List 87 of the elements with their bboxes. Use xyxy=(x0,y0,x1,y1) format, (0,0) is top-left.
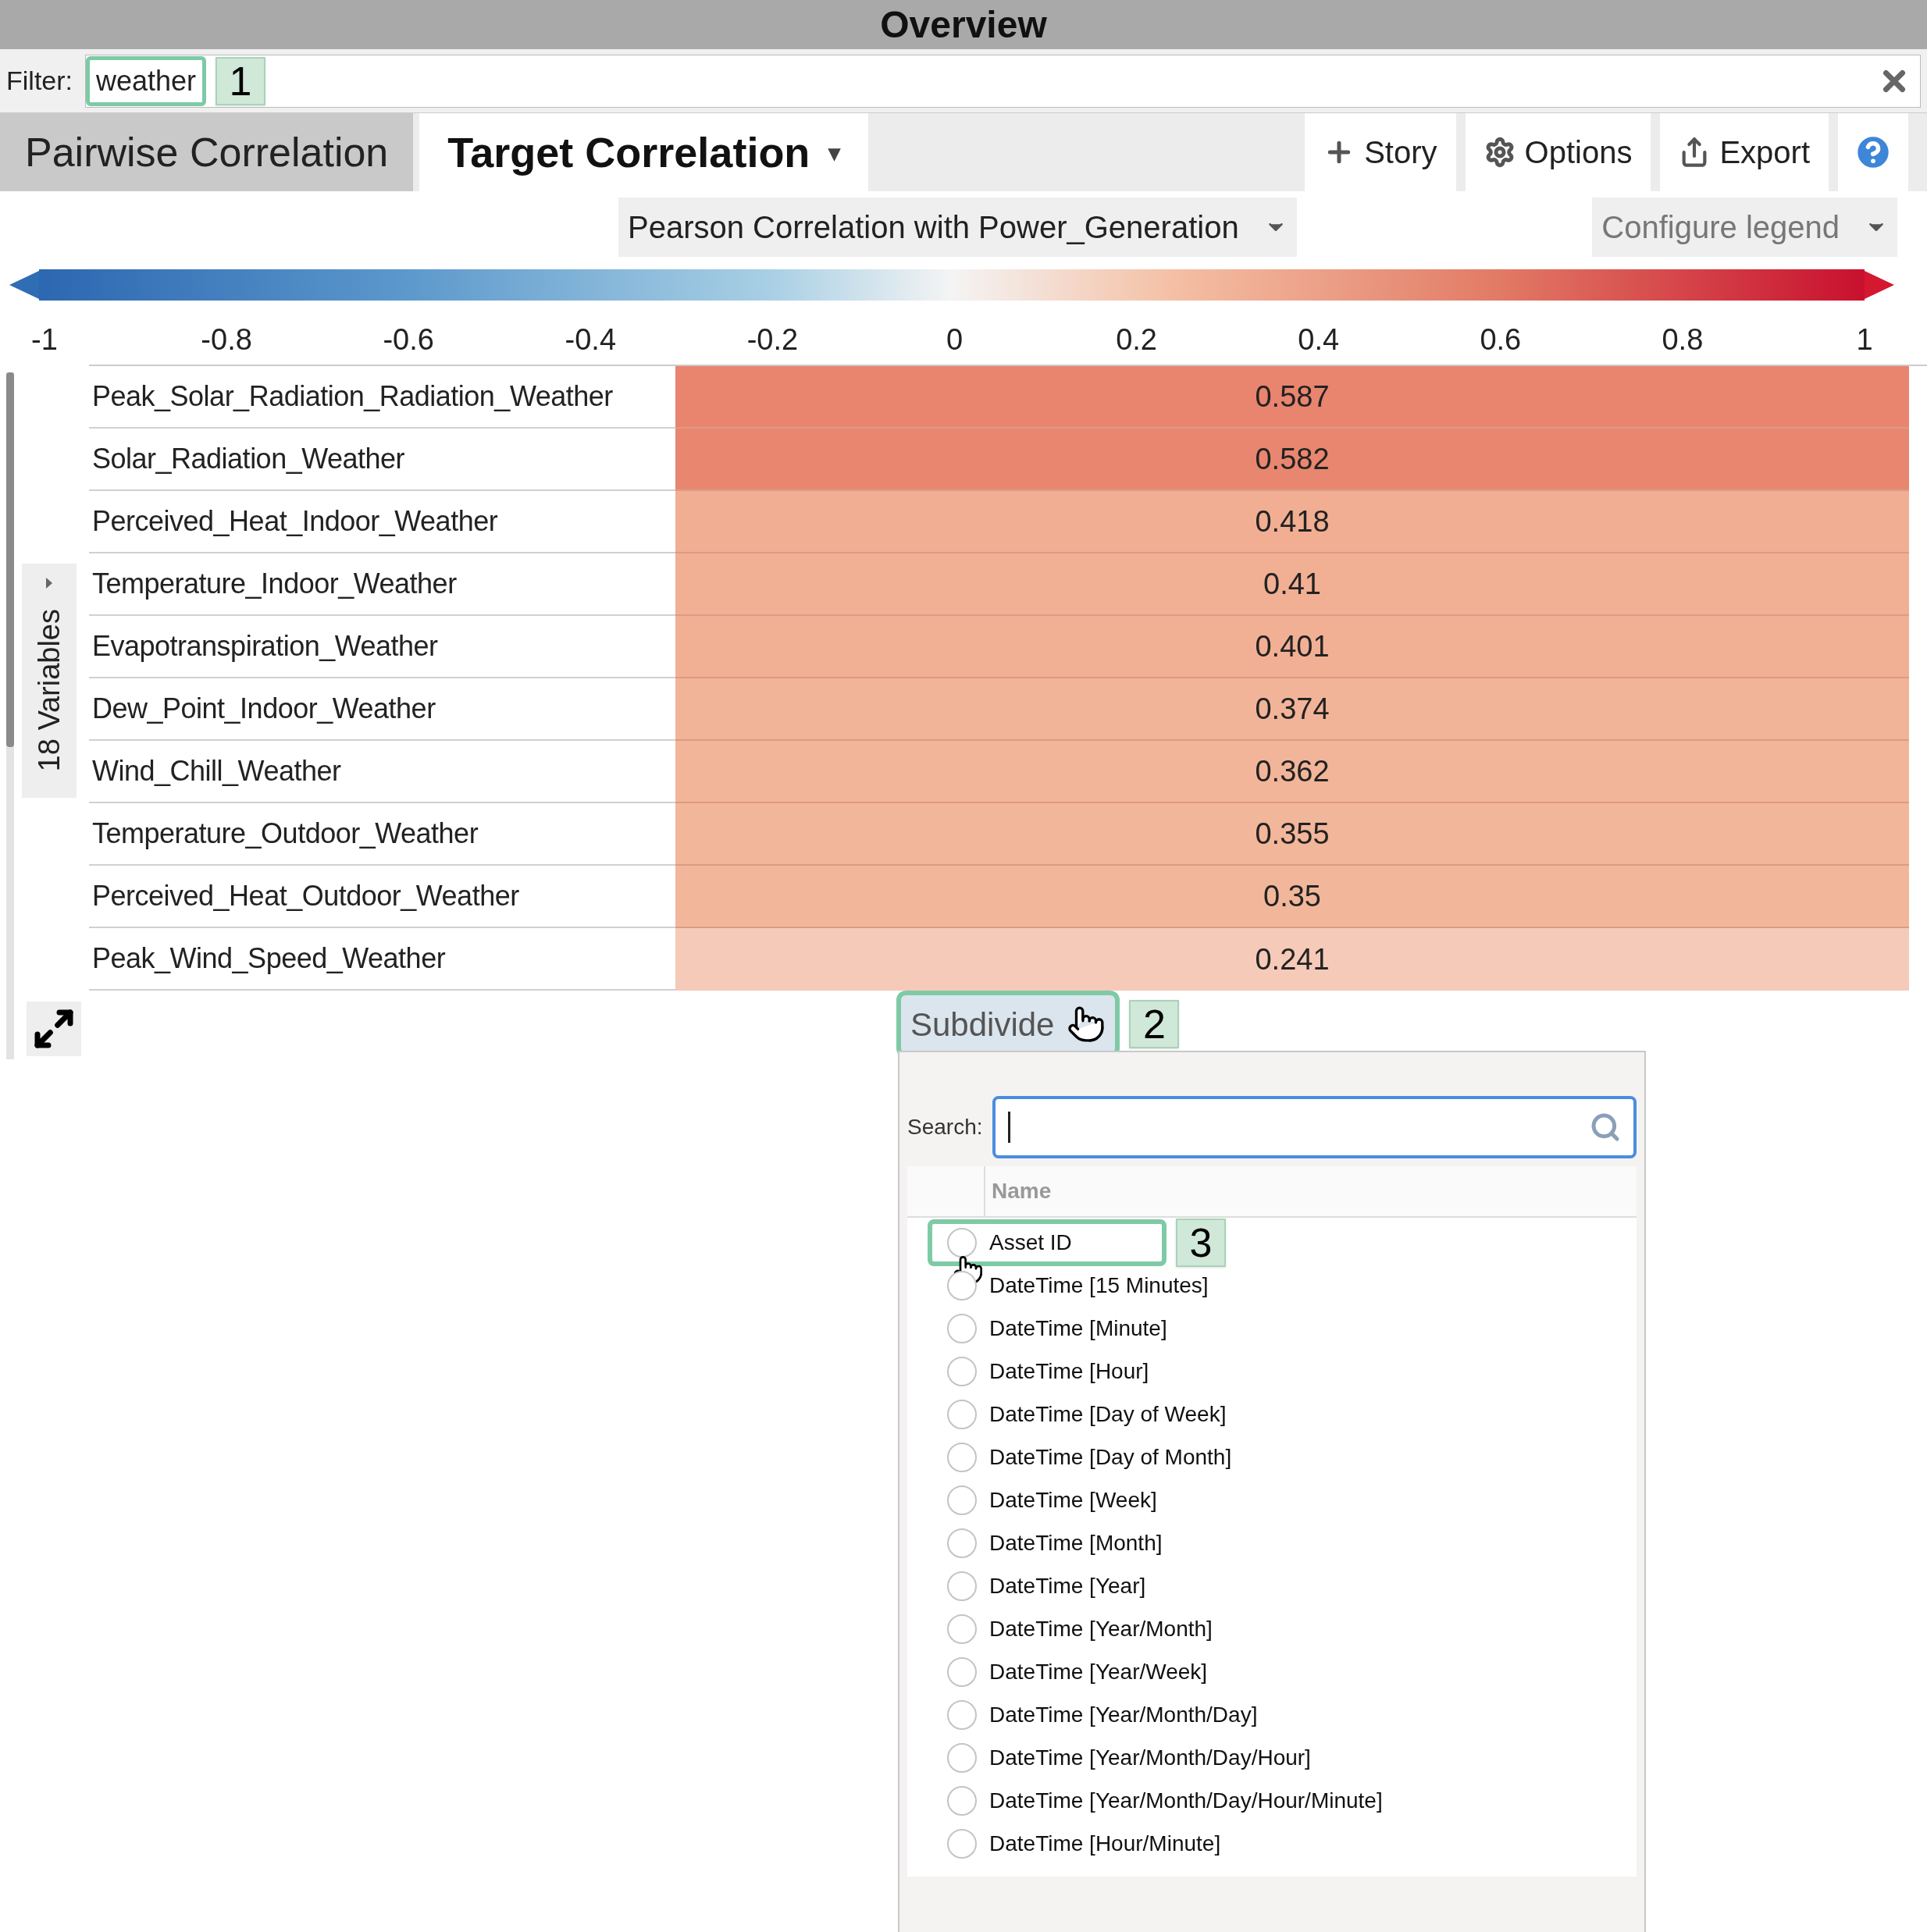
field-option[interactable]: DateTime [Year/Week] xyxy=(989,1655,1208,1688)
tab[interactable]: Target Correlation ▾ xyxy=(419,113,869,191)
scale-tick-label: 0.2 xyxy=(1116,322,1157,358)
field-option[interactable]: DateTime [Week] xyxy=(989,1483,1157,1517)
variable-name: Temperature_Outdoor_Weather xyxy=(89,803,675,866)
callout-number: 2 xyxy=(1129,1000,1180,1048)
filter-value: weather xyxy=(86,55,207,106)
correlation-value: 0.374 xyxy=(675,678,1909,741)
filter-label: Filter: xyxy=(6,65,73,97)
variable-name: Peak_Wind_Speed_Weather xyxy=(89,928,675,991)
field-option[interactable]: DateTime [Year/Month/Day] xyxy=(989,1698,1258,1731)
correlation-value: 0.241 xyxy=(675,928,1909,991)
scale-tick-label: 0.8 xyxy=(1662,322,1704,358)
variable-name: Peak_Solar_Radiation_Radiation_Weather xyxy=(89,366,675,429)
radio-button[interactable] xyxy=(947,1828,977,1859)
correlation-value: 0.41 xyxy=(675,553,1909,616)
toolbar-button[interactable]: Options xyxy=(1465,113,1651,191)
radio-button[interactable] xyxy=(947,1785,977,1816)
callout-number: 1 xyxy=(215,56,266,105)
radio-button[interactable] xyxy=(947,1699,977,1730)
correlation-value: 0.35 xyxy=(675,866,1909,928)
tab[interactable]: Pairwise Correlation xyxy=(0,113,414,191)
field-option[interactable]: DateTime [Hour] xyxy=(989,1354,1149,1388)
field-option[interactable]: DateTime [Hour/Minute] xyxy=(989,1827,1221,1860)
measure-dropdown[interactable]: Pearson Correlation with Power_Generation xyxy=(618,197,1297,257)
search-field[interactable] xyxy=(992,1096,1637,1158)
toolbar-button[interactable]: Story xyxy=(1305,113,1456,191)
field-option[interactable]: DateTime [Year/Month] xyxy=(989,1612,1213,1646)
scale-tick-label: -1 xyxy=(31,322,58,358)
variable-name: Evapotranspiration_Weather xyxy=(89,616,675,678)
radio-button[interactable] xyxy=(947,1442,977,1472)
expand-icon xyxy=(32,1007,76,1051)
field-option[interactable]: DateTime [Year/Month/Day/Hour/Minute] xyxy=(989,1784,1383,1817)
expand-arrow-icon xyxy=(45,576,54,590)
scale-tick-label: -0.2 xyxy=(746,322,799,358)
radio-button[interactable] xyxy=(947,1227,977,1258)
correlation-value: 0.587 xyxy=(675,366,1909,429)
correlation-value: 0.355 xyxy=(675,803,1909,866)
radio-button[interactable] xyxy=(947,1528,977,1558)
correlation-value: 0.418 xyxy=(675,491,1909,553)
variable-name: Temperature_Indoor_Weather xyxy=(89,553,675,616)
filter-field[interactable]: weather 1 xyxy=(85,54,1921,108)
radio-button[interactable] xyxy=(947,1356,977,1386)
scrollbar-thumb[interactable] xyxy=(6,372,14,747)
left-arrow-icon xyxy=(8,269,39,301)
variables-panel-tab[interactable]: 18 Variables xyxy=(22,564,77,798)
correlation-value: 0.401 xyxy=(675,616,1909,678)
scale-tick-label: -0.4 xyxy=(565,322,617,358)
variable-name: Dew_Point_Indoor_Weather xyxy=(89,678,675,741)
radio-button[interactable] xyxy=(947,1614,977,1644)
field-option[interactable]: DateTime [Year/Month/Day/Hour] xyxy=(989,1741,1311,1774)
correlation-value: 0.362 xyxy=(675,741,1909,803)
variable-name: Perceived_Heat_Indoor_Weather xyxy=(89,491,675,553)
help-button[interactable] xyxy=(1838,113,1908,191)
scale-tick-label: 0 xyxy=(946,322,964,358)
radio-button[interactable] xyxy=(947,1656,977,1687)
variable-name: Wind_Chill_Weather xyxy=(89,741,675,803)
text-cursor xyxy=(1007,1112,1010,1143)
expand-button[interactable] xyxy=(27,1002,81,1056)
field-option[interactable]: DateTime [Day of Month] xyxy=(989,1440,1232,1474)
field-option[interactable]: DateTime [Minute] xyxy=(989,1311,1167,1345)
scale-tick-label: 0.6 xyxy=(1480,322,1522,358)
callout-number: 3 xyxy=(1176,1218,1226,1267)
variable-name: Solar_Radiation_Weather xyxy=(89,429,675,491)
window-title: Overview xyxy=(880,2,1047,47)
search-icon xyxy=(1590,1112,1621,1143)
correlation-value: 0.582 xyxy=(675,429,1909,491)
radio-button[interactable] xyxy=(947,1313,977,1343)
legend-dropdown[interactable]: Configure legend xyxy=(1592,197,1897,257)
radio-button[interactable] xyxy=(947,1270,977,1300)
scale-tick-label: -0.8 xyxy=(201,322,252,358)
radio-button[interactable] xyxy=(947,1742,977,1773)
scale-tick-label: 1 xyxy=(1856,322,1873,358)
toolbar-button[interactable]: Export xyxy=(1660,113,1829,191)
radio-button[interactable] xyxy=(947,1485,977,1515)
field-option[interactable]: DateTime [Day of Week] xyxy=(989,1397,1227,1431)
radio-button[interactable] xyxy=(947,1571,977,1601)
right-arrow-icon xyxy=(1865,269,1896,301)
field-option[interactable]: DateTime [15 Minutes] xyxy=(989,1268,1209,1302)
field-option[interactable]: DateTime [Year] xyxy=(989,1569,1146,1603)
field-option[interactable]: DateTime [Month] xyxy=(989,1526,1163,1560)
variable-name: Perceived_Heat_Outdoor_Weather xyxy=(89,866,675,928)
scale-tick-label: 0.4 xyxy=(1298,322,1340,358)
column-header: Name xyxy=(991,1178,1052,1204)
radio-button[interactable] xyxy=(947,1399,977,1429)
search-label: Search: xyxy=(907,1114,983,1140)
scale-tick-label: -0.6 xyxy=(383,322,434,358)
